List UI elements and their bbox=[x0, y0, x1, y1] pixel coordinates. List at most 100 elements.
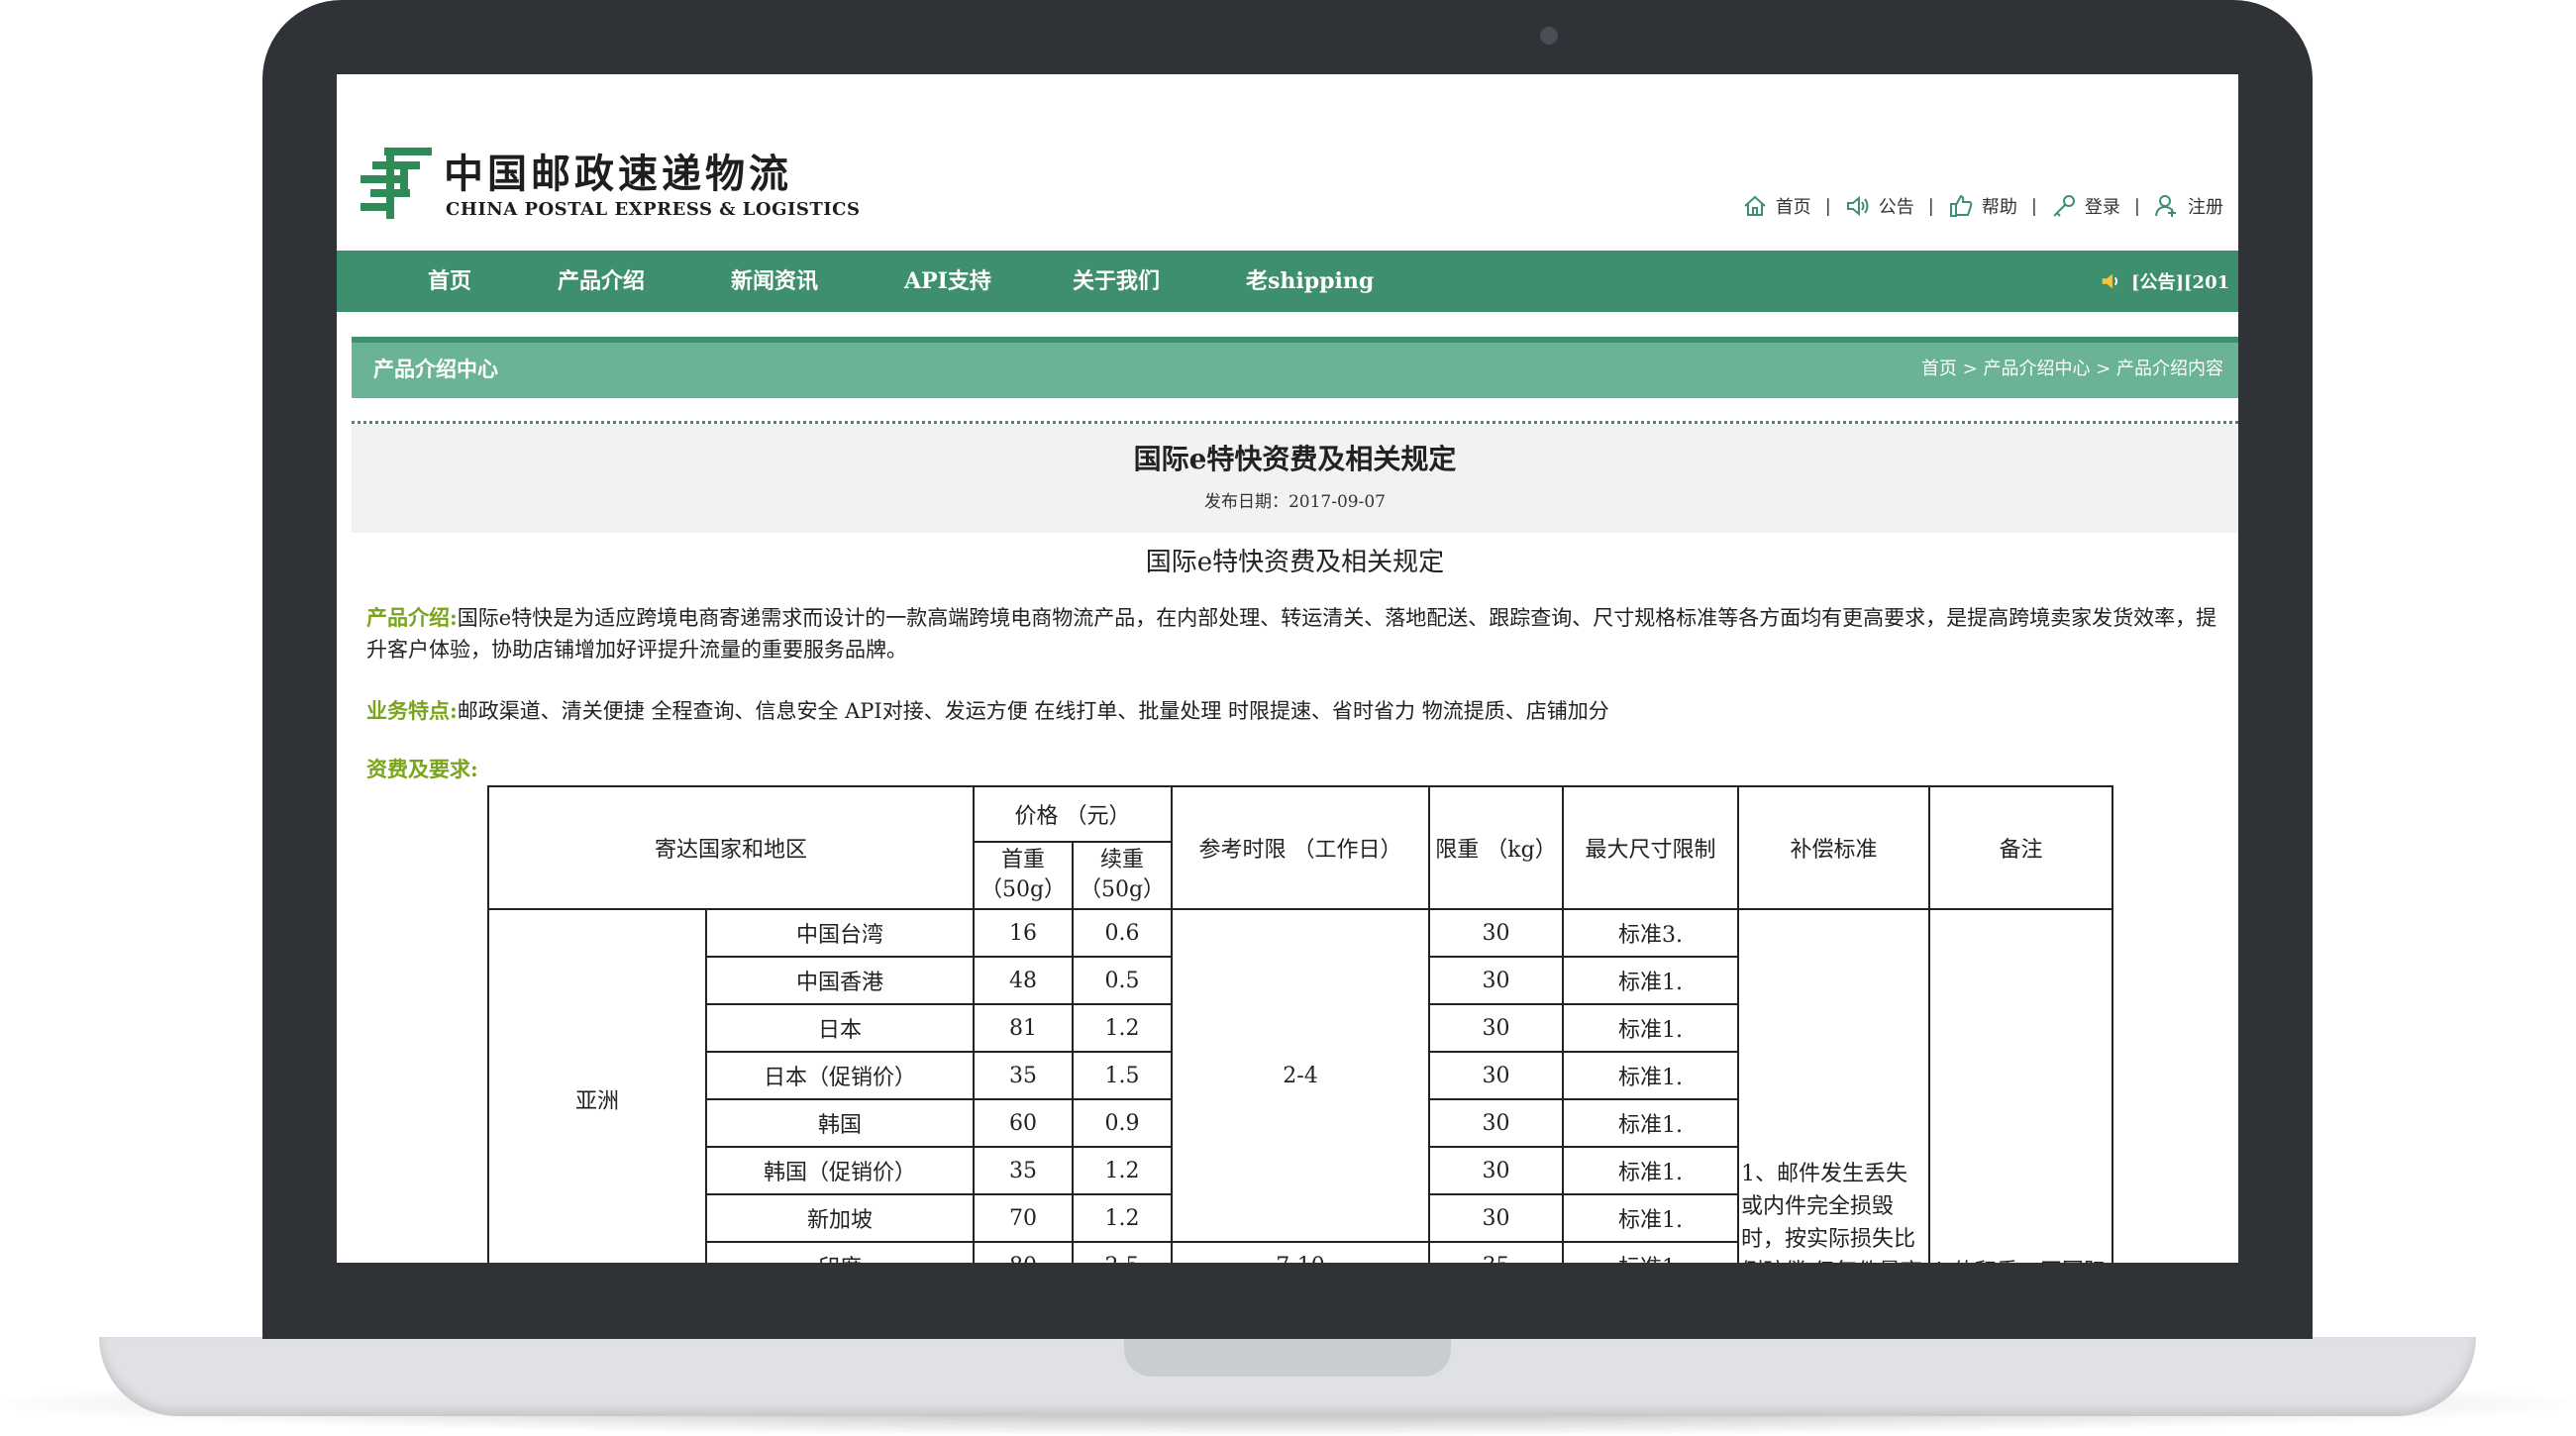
first-price-cell: 16 bbox=[973, 908, 1075, 958]
nav-notice-text: [公告][201 bbox=[2131, 272, 2230, 293]
continent-cell: 亚洲 bbox=[487, 908, 707, 1263]
toplink-register[interactable]: 注册 bbox=[2154, 193, 2223, 219]
header-time: 参考时限 （工作日） bbox=[1171, 785, 1431, 910]
toplink-register-label: 注册 bbox=[2188, 197, 2223, 218]
header-remarks: 备注 bbox=[1928, 785, 2114, 910]
first-price-cell: 80 bbox=[973, 1241, 1075, 1263]
rates-table: 寄达国家和地区 价格 （元） 参考时限 （工作日） 限重 （kg） 最大尺寸限制… bbox=[486, 785, 2114, 1263]
product-intro-label: 产品介绍: bbox=[366, 605, 458, 630]
time-cell: 2-4 bbox=[1171, 908, 1431, 1243]
article-title-block: 国际e特快资费及相关规定 发布日期：2017-09-07 bbox=[352, 424, 2238, 533]
business-features-label: 业务特点: bbox=[366, 698, 458, 723]
header-price: 价格 （元） bbox=[973, 785, 1174, 843]
separator: | bbox=[2030, 195, 2037, 217]
laptop-notch bbox=[1124, 1337, 1451, 1377]
thumb-up-icon bbox=[1949, 194, 1973, 217]
size-limit-cell: 标准1. bbox=[1562, 1051, 1740, 1100]
country-cell: 中国台湾 bbox=[704, 908, 976, 958]
additional-price-cell: 2.5 bbox=[1072, 1241, 1174, 1263]
main-nav: 首页 产品介绍 新闻资讯 API支持 关于我们 老shipping [公告][2… bbox=[337, 251, 2238, 312]
toplink-login-label: 登录 bbox=[2084, 197, 2120, 218]
toplink-login[interactable]: 登录 bbox=[2051, 193, 2120, 219]
nav-old-shipping[interactable]: 老shipping bbox=[1246, 251, 1374, 312]
first-price-cell: 60 bbox=[973, 1098, 1075, 1148]
additional-price-cell: 0.9 bbox=[1072, 1098, 1174, 1148]
compensation-cell: 1、邮件发生丢失或内件完全损毁时，按实际损失比例赔偿,但每件最高 bbox=[1737, 908, 1931, 1263]
country-cell: 新加坡 bbox=[704, 1193, 976, 1243]
speaker-icon bbox=[1846, 195, 1869, 217]
country-cell: 日本 bbox=[704, 1003, 976, 1053]
fees-label: 资费及要求: bbox=[366, 757, 478, 781]
browser-screen: 中国邮政速递物流 CHINA POSTAL EXPRESS & LOGISTIC… bbox=[337, 74, 2238, 1263]
header-first-weight: 首重（50g） bbox=[973, 841, 1075, 910]
toplink-home-label: 首页 bbox=[1775, 197, 1811, 218]
key-icon bbox=[2053, 195, 2075, 217]
size-limit-cell: 标准3. bbox=[1562, 908, 1740, 958]
size-limit-cell: 标准1. bbox=[1562, 956, 1740, 1005]
separator: | bbox=[1824, 195, 1831, 217]
table-header-row: 寄达国家和地区 价格 （元） 参考时限 （工作日） 限重 （kg） 最大尺寸限制… bbox=[486, 785, 2114, 910]
home-icon bbox=[1744, 195, 1766, 216]
article-date: 发布日期：2017-09-07 bbox=[1203, 492, 1386, 512]
header-weight-limit: 限重 （kg） bbox=[1428, 785, 1565, 910]
additional-price-cell: 1.2 bbox=[1072, 1003, 1174, 1053]
additional-price-cell: 1.2 bbox=[1072, 1193, 1174, 1243]
business-features: 业务特点:邮政渠道、清关便捷 全程查询、信息安全 API对接、发运方便 在线打单… bbox=[366, 695, 2223, 727]
country-cell: 印度 bbox=[704, 1241, 976, 1263]
article-subtitle: 国际e特快资费及相关规定 bbox=[1145, 548, 1445, 577]
first-price-cell: 35 bbox=[973, 1146, 1075, 1195]
country-cell: 韩国（促销价） bbox=[704, 1146, 976, 1195]
country-cell: 韩国 bbox=[704, 1098, 976, 1148]
toplink-home[interactable]: 首页 bbox=[1742, 193, 1811, 219]
weight-limit-cell: 35 bbox=[1428, 1241, 1565, 1263]
breadcrumb[interactable]: 首页 > 产品介绍中心 > 产品介绍内容 bbox=[1921, 343, 2223, 396]
separator: | bbox=[2133, 195, 2140, 217]
fees-section: 资费及要求: bbox=[366, 754, 2223, 785]
nav-api[interactable]: API支持 bbox=[904, 251, 991, 312]
additional-price-cell: 0.6 bbox=[1072, 908, 1174, 958]
weight-limit-cell: 30 bbox=[1428, 1146, 1565, 1195]
toplink-notice-label: 公告 bbox=[1878, 197, 1914, 218]
business-features-text: 邮政渠道、清关便捷 全程查询、信息安全 API对接、发运方便 在线打单、批量处理… bbox=[457, 699, 1609, 723]
nav-about[interactable]: 关于我们 bbox=[1073, 251, 1160, 312]
first-price-cell: 70 bbox=[973, 1193, 1075, 1243]
user-icon bbox=[2155, 195, 2176, 217]
logo-english-name: CHINA POSTAL EXPRESS & LOGISTICS bbox=[446, 199, 861, 220]
site-header: 中国邮政速递物流 CHINA POSTAL EXPRESS & LOGISTIC… bbox=[337, 74, 2238, 251]
size-limit-cell: 标准1. bbox=[1562, 1146, 1740, 1195]
nav-notice-ticker[interactable]: [公告][201 bbox=[2100, 251, 2238, 312]
weight-limit-cell: 30 bbox=[1428, 956, 1565, 1005]
top-links: 首页 | 公告 | 帮助 | 登录 | 注册 bbox=[1742, 193, 2223, 219]
size-limit-cell: 标准1. bbox=[1562, 1241, 1740, 1263]
weight-limit-cell: 30 bbox=[1428, 1098, 1565, 1148]
toplink-help-label: 帮助 bbox=[1981, 197, 2017, 218]
product-intro-text: 国际e特快是为适应跨境电商寄递需求而设计的一款高端跨境电商物流产品，在内部处理、… bbox=[366, 606, 2217, 662]
additional-price-cell: 1.2 bbox=[1072, 1146, 1174, 1195]
weight-limit-cell: 30 bbox=[1428, 1193, 1565, 1243]
toplink-help[interactable]: 帮助 bbox=[1948, 193, 2017, 219]
weight-limit-cell: 30 bbox=[1428, 1051, 1565, 1100]
toplink-notice[interactable]: 公告 bbox=[1845, 193, 1914, 219]
first-price-cell: 81 bbox=[973, 1003, 1075, 1053]
section-title: 产品介绍中心 bbox=[373, 357, 498, 381]
nav-products[interactable]: 产品介绍 bbox=[558, 251, 645, 312]
nav-news[interactable]: 新闻资讯 bbox=[731, 251, 818, 312]
header-region: 寄达国家和地区 bbox=[486, 785, 976, 910]
remarks-cell: 1.体积重：同国际 bbox=[1928, 908, 2114, 1263]
first-price-cell: 48 bbox=[973, 956, 1075, 1005]
country-cell: 中国香港 bbox=[704, 956, 976, 1005]
first-price-cell: 35 bbox=[973, 1051, 1075, 1100]
nav-home[interactable]: 首页 bbox=[428, 251, 471, 312]
article-title: 国际e特快资费及相关规定 bbox=[1133, 443, 1457, 475]
china-post-logo-icon[interactable] bbox=[357, 144, 436, 223]
speaker-icon bbox=[2102, 273, 2117, 289]
header-size-limit: 最大尺寸限制 bbox=[1562, 785, 1740, 910]
section-header-bar: 产品介绍中心 首页 > 产品介绍中心 > 产品介绍内容 bbox=[352, 337, 2238, 398]
product-intro: 产品介绍:国际e特快是为适应跨境电商寄递需求而设计的一款高端跨境电商物流产品，在… bbox=[366, 602, 2223, 666]
weight-limit-cell: 30 bbox=[1428, 1003, 1565, 1053]
header-additional-weight: 续重（50g） bbox=[1072, 841, 1174, 910]
country-cell: 日本（促销价） bbox=[704, 1051, 976, 1100]
header-compensation: 补偿标准 bbox=[1737, 785, 1931, 910]
separator: | bbox=[1927, 195, 1934, 217]
additional-price-cell: 0.5 bbox=[1072, 956, 1174, 1005]
